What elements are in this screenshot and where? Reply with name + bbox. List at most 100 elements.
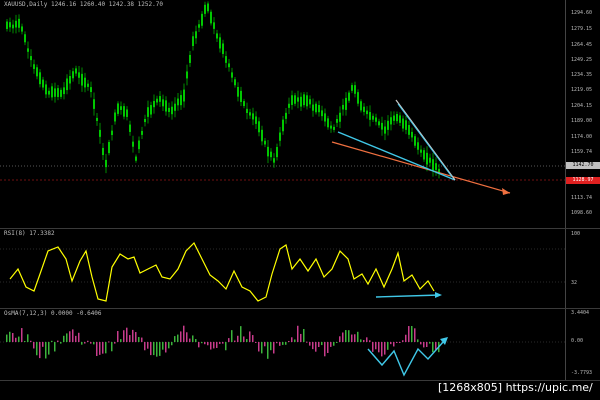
candle-body [27, 48, 29, 52]
osma-bar [177, 334, 179, 342]
osma-bar [180, 331, 182, 342]
osma-bar [15, 337, 17, 342]
osma-bar [378, 342, 380, 353]
candle-body [78, 72, 80, 78]
candle-body [408, 125, 410, 135]
candle-body [84, 77, 86, 88]
candle-body [234, 79, 236, 86]
price-chart-pane[interactable]: XAUUSD,Daily 1246.16 1260.40 1242.38 125… [0, 0, 600, 228]
price-tick: 1294.60 [571, 10, 593, 16]
candle-body [21, 26, 23, 32]
osma-bar [72, 329, 74, 342]
rsi-title: RSI(8) 17.3382 [4, 230, 55, 237]
candle-body [24, 34, 26, 43]
candle-body [87, 83, 89, 87]
candle-body [195, 31, 197, 39]
osma-indicator-pane[interactable]: OsMA(7,12,3) 0.0000 -0.6406 3.4404 0.00 … [0, 308, 600, 380]
candle-body [246, 108, 248, 113]
osma-bar [219, 342, 221, 344]
rsi-scale[interactable]: 100 32 [565, 229, 600, 308]
candle-body [309, 99, 311, 105]
osma-bar [189, 338, 191, 342]
candle-body [255, 116, 257, 124]
osma-bar [363, 339, 365, 342]
candlestick-chart[interactable] [0, 0, 565, 228]
osma-bar [303, 328, 305, 342]
osma-bar [117, 331, 119, 342]
osma-title: OsMA(7,12,3) 0.0000 -0.6406 [4, 310, 102, 317]
osma-histogram[interactable] [0, 309, 565, 381]
osma-bar [186, 332, 188, 342]
osma-bar [258, 342, 260, 352]
candle-body [423, 150, 425, 160]
candle-body [42, 79, 44, 88]
osma-bar [435, 342, 437, 350]
candle-body [30, 56, 32, 61]
trading-terminal: XAUUSD,Daily 1246.16 1260.40 1242.38 125… [0, 0, 600, 400]
candle-body [396, 114, 398, 122]
candle-body [381, 122, 383, 130]
candle-body [9, 22, 11, 28]
candle-body [345, 97, 347, 110]
price-tick: 1113.74 [571, 195, 593, 201]
osma-bar [372, 342, 374, 352]
candle-body [252, 113, 254, 120]
candle-body [90, 87, 92, 93]
candle-body [15, 20, 17, 28]
osma-bar [90, 342, 92, 344]
osma-bar [246, 339, 248, 342]
candle-body [192, 36, 194, 47]
osma-bar [402, 340, 404, 342]
osma-bar [42, 342, 44, 347]
candle-body [420, 149, 422, 153]
osma-bar [9, 331, 11, 342]
osma-bar [48, 342, 50, 355]
candle-body [186, 71, 188, 79]
candle-body [354, 85, 356, 94]
candle-body [180, 95, 182, 106]
candle-body [378, 121, 380, 126]
osma-bar [417, 339, 419, 342]
osma-bar [132, 329, 134, 342]
osma-bar [351, 334, 353, 342]
osma-bar [54, 342, 56, 352]
price-tick: 1189.00 [571, 118, 593, 124]
osma-bar [21, 328, 23, 342]
osma-bar [393, 342, 395, 347]
price-tick: 1174.00 [571, 134, 593, 140]
osma-bar [231, 330, 233, 342]
osma-bar [228, 338, 230, 342]
osma-bar [75, 335, 77, 342]
osma-bar [279, 342, 281, 346]
candle-body [417, 142, 419, 150]
candle-body [306, 95, 308, 107]
candle-body [279, 132, 281, 141]
osma-bar [66, 333, 68, 342]
osma-tick: -3.7793 [571, 370, 593, 376]
osma-bar [87, 340, 89, 342]
candle-body [300, 96, 302, 107]
candle-body [36, 67, 38, 77]
candle-body [321, 110, 323, 117]
candle-body [231, 72, 233, 78]
candle-body [315, 103, 317, 113]
osma-bar [306, 341, 308, 343]
osma-tick: 0.00 [571, 338, 584, 344]
osma-scale[interactable]: 3.4404 0.00 -3.7793 [565, 309, 600, 380]
candle-body [285, 112, 287, 119]
candle-body [165, 100, 167, 112]
rsi-indicator-pane[interactable]: RSI(8) 17.3382 100 32 [0, 228, 600, 308]
osma-bar [387, 342, 389, 350]
candle-body [318, 105, 320, 113]
candle-body [294, 95, 296, 104]
osma-bar [336, 342, 338, 343]
candle-body [414, 136, 416, 146]
rsi-line-chart[interactable] [0, 229, 565, 309]
price-tick: 1219.05 [571, 87, 593, 93]
ask-price-badge: 1128.97 [566, 177, 600, 184]
osma-bar [282, 342, 284, 345]
rsi-tick: 32 [571, 280, 578, 286]
osma-bar [408, 326, 410, 342]
candle-body [303, 94, 305, 106]
price-scale[interactable]: 1294.60 1279.15 1264.45 1249.25 1234.35 … [565, 0, 600, 228]
